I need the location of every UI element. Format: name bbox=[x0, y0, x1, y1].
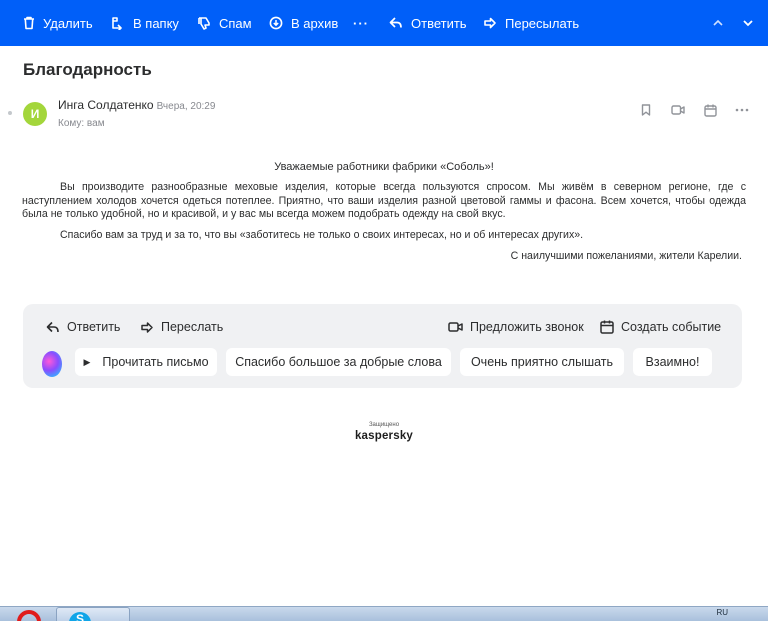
quick-reply-mutual-chip[interactable]: Взаимно! bbox=[633, 348, 712, 376]
forward-arrow-icon bbox=[484, 17, 496, 29]
quick-reply-thanks-chip[interactable]: Спасибо большое за добрые слова bbox=[226, 348, 451, 376]
delete-button[interactable]: Удалить bbox=[23, 0, 93, 46]
archive-icon bbox=[269, 16, 283, 30]
windows-taskbar: S RU bbox=[0, 606, 768, 621]
archive-label: В архив bbox=[291, 15, 339, 31]
spam-button[interactable]: Спам bbox=[197, 0, 252, 46]
language-indicator[interactable]: RU bbox=[716, 608, 728, 617]
forward-label: Пересылать bbox=[505, 15, 580, 31]
panel-reply-button[interactable]: Ответить bbox=[46, 320, 120, 334]
bookmark-icon bbox=[641, 104, 651, 116]
bookmark-button[interactable] bbox=[638, 102, 654, 118]
chevron-down-icon bbox=[743, 20, 753, 27]
previous-message-button[interactable] bbox=[712, 0, 724, 46]
folder-move-icon bbox=[112, 17, 122, 30]
move-to-folder-button[interactable]: В папку bbox=[111, 0, 179, 46]
thumb-down-icon bbox=[198, 17, 210, 30]
read-letter-chip[interactable]: ▶ Прочитать письмо bbox=[75, 348, 217, 376]
ai-assistant-icon[interactable] bbox=[42, 351, 62, 377]
calendar-icon bbox=[703, 104, 717, 117]
suggest-call-button[interactable]: Предложить звонок bbox=[448, 320, 584, 334]
calendar-button[interactable] bbox=[702, 102, 718, 118]
panel-reply-label: Ответить bbox=[67, 320, 121, 334]
recipient-line[interactable]: Кому: вам bbox=[58, 118, 105, 129]
archive-button[interactable]: В архив bbox=[269, 0, 338, 46]
suggest-call-label: Предложить звонок bbox=[470, 320, 584, 334]
quick-reply-nice-chip[interactable]: Очень приятно слышать bbox=[460, 348, 624, 376]
toolbar-nav bbox=[712, 0, 754, 46]
read-letter-label: Прочитать письмо bbox=[102, 355, 209, 369]
more-button[interactable]: ··· bbox=[353, 0, 369, 46]
taskbar-skype-button[interactable]: S bbox=[56, 607, 130, 621]
reply-arrow-icon bbox=[389, 17, 402, 28]
mail-toolbar: Удалить В папку Спам В архив ··· Ответит… bbox=[0, 0, 768, 46]
spam-label: Спам bbox=[219, 15, 252, 31]
body-paragraph-1: Вы производите разнообразные меховые изд… bbox=[22, 181, 746, 220]
reply-label: Ответить bbox=[411, 15, 467, 31]
move-to-folder-label: В папку bbox=[133, 15, 179, 31]
body-greeting: Уважаемые работники фабрики «Соболь»! bbox=[274, 161, 494, 173]
reply-arrow-icon bbox=[46, 321, 59, 332]
play-icon: ▶ bbox=[83, 356, 91, 367]
sender-avatar[interactable]: И bbox=[23, 102, 47, 126]
create-event-button[interactable]: Создать событие bbox=[600, 320, 721, 334]
video-call-button[interactable] bbox=[670, 102, 686, 118]
sender-info: Инга Солдатенко Вчера, 20:29 bbox=[58, 98, 215, 112]
opera-icon bbox=[17, 610, 41, 621]
taskbar-opera-button[interactable] bbox=[0, 607, 52, 621]
video-camera-icon bbox=[448, 322, 463, 332]
panel-forward-button[interactable]: Переслать bbox=[140, 320, 223, 334]
video-camera-icon bbox=[671, 105, 685, 115]
unread-indicator[interactable] bbox=[8, 111, 12, 115]
forward-arrow-icon bbox=[141, 321, 153, 333]
next-message-button[interactable] bbox=[742, 0, 754, 46]
body-paragraph-2: Спасибо вам за труд и за то, что вы «заб… bbox=[60, 229, 584, 241]
more-dots-icon bbox=[735, 108, 749, 112]
kaspersky-logo: kaspersky bbox=[354, 430, 414, 442]
message-subject: Благодарность bbox=[23, 60, 152, 79]
protected-caption: Защищено bbox=[368, 422, 400, 428]
calendar-icon bbox=[600, 320, 614, 334]
panel-forward-label: Переслать bbox=[161, 320, 224, 334]
skype-icon: S bbox=[69, 612, 91, 621]
delete-label: Удалить bbox=[43, 15, 93, 31]
message-date: Вчера, 20:29 bbox=[156, 101, 216, 112]
quick-reply-panel: Ответить Переслать Предложить звонок Соз… bbox=[23, 304, 742, 388]
more-actions-button[interactable] bbox=[734, 102, 750, 118]
create-event-label: Создать событие bbox=[621, 320, 722, 334]
reply-button[interactable]: Ответить bbox=[389, 0, 467, 46]
body-signature: С наилучшими пожеланиями, жители Карелии… bbox=[510, 250, 742, 262]
chevron-up-icon bbox=[713, 19, 723, 26]
message-header-actions bbox=[638, 102, 750, 118]
sender-name[interactable]: Инга Солдатенко bbox=[58, 98, 154, 112]
more-dots-icon: ··· bbox=[353, 15, 369, 31]
trash-icon bbox=[24, 16, 34, 30]
forward-button[interactable]: Пересылать bbox=[483, 0, 579, 46]
